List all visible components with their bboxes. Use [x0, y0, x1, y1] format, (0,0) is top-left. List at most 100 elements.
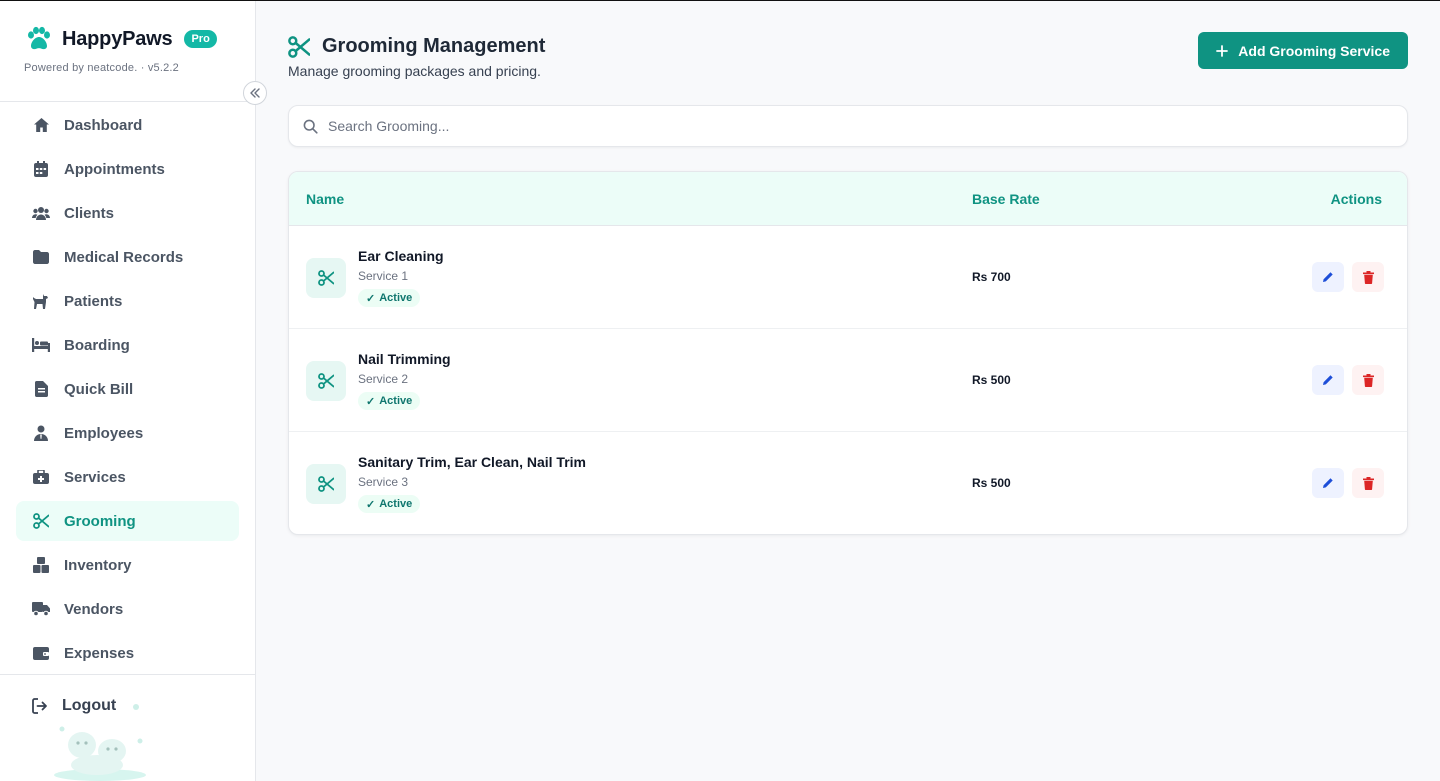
sidebar-item-label: Boarding: [64, 336, 130, 354]
status-badge: ✓ Active: [358, 289, 421, 307]
add-button-label: Add Grooming Service: [1238, 42, 1390, 59]
pro-badge: Pro: [184, 30, 217, 48]
grooming-table: Name Base Rate Actions Ear Cleaning Serv…: [288, 171, 1408, 535]
sidebar-item-services[interactable]: Services: [16, 457, 239, 497]
users-icon: [32, 204, 50, 222]
boxes-icon: [32, 556, 50, 574]
brand-name: HappyPaws: [62, 27, 173, 50]
table-header: Name Base Rate Actions: [289, 172, 1407, 226]
add-grooming-service-button[interactable]: Add Grooming Service: [1198, 32, 1408, 69]
service-code: Service 2: [358, 372, 409, 386]
powered-by-text: Powered by neatcode. · v5.2.2: [24, 62, 180, 74]
scissors-icon: [32, 512, 50, 530]
sidebar-bottom-divider: [0, 674, 255, 675]
sidebar-item-boarding[interactable]: Boarding: [16, 325, 239, 365]
wallet-icon: [32, 644, 50, 662]
pencil-icon: [1323, 478, 1333, 488]
service-name: Sanitary Trim, Ear Clean, Nail Trim: [358, 454, 586, 470]
main-content: Grooming Management Manage grooming pack…: [256, 1, 1440, 781]
home-icon: [32, 116, 50, 134]
sidebar-item-grooming[interactable]: Grooming: [16, 501, 239, 541]
sidebar-item-expenses[interactable]: Expenses: [16, 633, 239, 673]
status-label: Active: [379, 395, 413, 407]
status-badge: ✓ Active: [358, 392, 421, 410]
logout-label: Logout: [62, 697, 117, 714]
page-header: Grooming Management: [288, 35, 545, 58]
pencil-icon: [1323, 375, 1333, 385]
column-header-actions: Actions: [1330, 191, 1382, 207]
sidebar-nav: Dashboard Appointments Clients Medical R…: [16, 101, 239, 673]
edit-button[interactable]: [1312, 365, 1344, 395]
bed-icon: [32, 336, 50, 354]
chevrons-left-icon: [250, 88, 260, 98]
check-icon: ✓: [366, 292, 376, 305]
search-bar: [288, 105, 1408, 147]
medkit-icon: [32, 468, 50, 486]
sidebar-item-label: Grooming: [64, 512, 136, 530]
file-invoice-icon: [32, 380, 50, 398]
sidebar-item-label: Clients: [64, 204, 115, 222]
sidebar-item-medical-records[interactable]: Medical Records: [16, 237, 239, 277]
check-icon: ✓: [366, 498, 376, 511]
calendar-icon: [32, 160, 50, 178]
scissors-icon: [288, 35, 310, 58]
sidebar-item-dashboard[interactable]: Dashboard: [16, 105, 239, 145]
base-rate: Rs 700: [972, 270, 1011, 284]
check-icon: ✓: [366, 395, 376, 408]
sidebar-item-label: Patients: [64, 292, 123, 310]
truck-icon: [32, 600, 50, 618]
sidebar-item-clients[interactable]: Clients: [16, 193, 239, 233]
brand[interactable]: HappyPaws Pro: [24, 25, 217, 53]
page-subtitle: Manage grooming packages and pricing.: [288, 63, 541, 79]
sidebar-item-label: Medical Records: [64, 248, 184, 266]
table-row: Nail Trimming Service 2 ✓ Active Rs 500: [289, 329, 1407, 432]
trash-icon: [1362, 373, 1374, 387]
sidebar-item-label: Employees: [64, 424, 144, 442]
status-label: Active: [379, 498, 413, 510]
service-name: Nail Trimming: [358, 351, 451, 367]
dog-icon: [32, 292, 50, 310]
scissors-icon: [306, 464, 346, 504]
service-name: Ear Cleaning: [358, 248, 444, 264]
status-badge: ✓ Active: [358, 495, 421, 513]
logout-icon: [32, 698, 47, 714]
sidebar-item-quick-bill[interactable]: Quick Bill: [16, 369, 239, 409]
sidebar-item-employees[interactable]: Employees: [16, 413, 239, 453]
sidebar-item-label: Quick Bill: [64, 380, 134, 398]
sidebar-item-label: Dashboard: [64, 116, 143, 134]
edit-button[interactable]: [1312, 262, 1344, 292]
collapse-sidebar-button[interactable]: [243, 81, 267, 105]
trash-icon: [1362, 270, 1374, 284]
scissors-icon: [306, 258, 346, 298]
sidebar-item-label: Services: [64, 468, 126, 486]
sidebar-item-patients[interactable]: Patients: [16, 281, 239, 321]
search-icon: [303, 119, 318, 134]
delete-button[interactable]: [1352, 365, 1384, 395]
scissors-icon: [306, 361, 346, 401]
sidebar-item-label: Appointments: [64, 160, 165, 178]
plus-icon: [1216, 44, 1229, 57]
user-tie-icon: [32, 424, 50, 442]
column-header-name[interactable]: Name: [306, 191, 344, 207]
table-row: Ear Cleaning Service 1 ✓ Active Rs 700: [289, 226, 1407, 329]
sidebar-item-label: Expenses: [64, 644, 135, 662]
status-label: Active: [379, 292, 413, 304]
trash-icon: [1362, 476, 1374, 490]
search-input[interactable]: [328, 118, 1228, 134]
sidebar-item-appointments[interactable]: Appointments: [16, 149, 239, 189]
sidebar-item-label: Vendors: [64, 600, 124, 618]
column-header-base-rate[interactable]: Base Rate: [972, 191, 1040, 207]
table-row: Sanitary Trim, Ear Clean, Nail Trim Serv…: [289, 432, 1407, 534]
sidebar-item-vendors[interactable]: Vendors: [16, 589, 239, 629]
delete-button[interactable]: [1352, 468, 1384, 498]
edit-button[interactable]: [1312, 468, 1344, 498]
service-code: Service 1: [358, 269, 409, 283]
base-rate: Rs 500: [972, 476, 1011, 490]
paw-logo-icon: [28, 26, 50, 50]
pencil-icon: [1323, 272, 1333, 282]
delete-button[interactable]: [1352, 262, 1384, 292]
folder-icon: [32, 248, 50, 266]
logout-button[interactable]: Logout: [32, 697, 116, 715]
page-title: Grooming Management: [322, 35, 546, 57]
sidebar-item-inventory[interactable]: Inventory: [16, 545, 239, 585]
